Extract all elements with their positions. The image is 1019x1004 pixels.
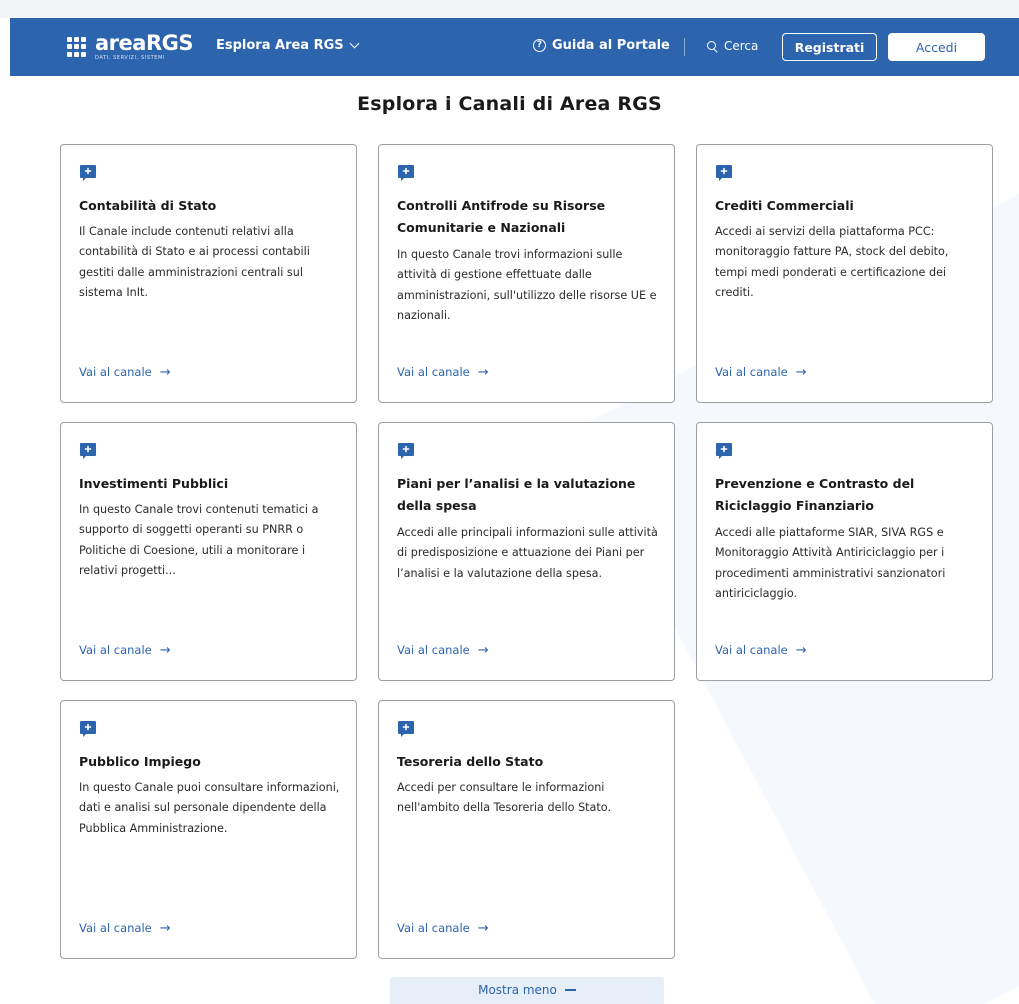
link-label: Vai al canale: [397, 921, 470, 935]
chat-plus-icon: [716, 443, 732, 459]
card-description: In questo Canale puoi consultare informa…: [79, 781, 340, 835]
go-to-channel-link[interactable]: Vai al canale →: [397, 921, 489, 935]
chat-plus-icon: [80, 165, 96, 181]
link-label: Vai al canale: [397, 365, 470, 379]
arrow-right-icon: →: [795, 642, 807, 658]
login-button[interactable]: Accedi: [888, 33, 985, 61]
show-less-label: Mostra meno: [478, 983, 557, 997]
search-icon: [707, 40, 718, 52]
chat-plus-icon: [398, 443, 414, 459]
card-title: Contabilità di Stato: [79, 198, 217, 213]
go-to-channel-link[interactable]: Vai al canale →: [715, 365, 807, 379]
channel-card-tesoreria-dello-stato: Tesoreria dello Stato Accedi per consult…: [378, 700, 675, 959]
link-label: Vai al canale: [397, 643, 470, 657]
logo-tagline: DATI, SERVIZI, SISTEMI: [95, 55, 166, 61]
chat-plus-icon: [80, 721, 96, 737]
card-description: Accedi alle piattaforme SIAR, SIVA RGS e…: [715, 526, 946, 600]
search-button[interactable]: Cerca: [707, 39, 758, 53]
search-label: Cerca: [724, 39, 759, 53]
channel-card-pubblico-impiego: Pubblico Impiego In questo Canale puoi c…: [60, 700, 357, 959]
chat-plus-icon: [398, 721, 414, 737]
register-button[interactable]: Registrati: [782, 33, 877, 61]
go-to-channel-link[interactable]: Vai al canale →: [79, 643, 171, 657]
arrow-right-icon: →: [159, 642, 171, 658]
chat-plus-icon: [716, 165, 732, 181]
card-title: Pubblico Impiego: [79, 754, 201, 769]
go-to-channel-link[interactable]: Vai al canale →: [79, 365, 171, 379]
link-label: Vai al canale: [79, 643, 152, 657]
channel-card-investimenti-pubblici: Investimenti Pubblici In questo Canale t…: [60, 422, 357, 681]
link-label: Vai al canale: [79, 365, 152, 379]
channel-card-prevenzione-riciclaggio: Prevenzione e Contrasto del Riciclaggio …: [696, 422, 993, 681]
logo-wordmark: areaRGS: [95, 31, 193, 55]
portal-guide-link[interactable]: ? Guida al Portale: [533, 38, 670, 53]
card-title: Investimenti Pubblici: [79, 476, 229, 491]
card-title: Piani per l’analisi e la valutazione del…: [397, 476, 636, 513]
show-less-button[interactable]: Mostra meno: [390, 977, 664, 1004]
card-description: In questo Canale trovi contenuti tematic…: [79, 503, 319, 577]
go-to-channel-link[interactable]: Vai al canale →: [397, 365, 489, 379]
card-title: Tesoreria dello Stato: [397, 754, 544, 769]
arearGS-logo[interactable]: areaRGS DATI, SERVIZI, SISTEMI: [67, 30, 193, 64]
channel-card-contabilita-di-stato: Contabilità di Stato Il Canale include c…: [60, 144, 357, 403]
card-title: Prevenzione e Contrasto del Riciclaggio …: [715, 476, 915, 513]
arrow-right-icon: →: [477, 364, 489, 380]
channel-card-controlli-antifrode: Controlli Antifrode su Risorse Comunitar…: [378, 144, 675, 403]
minus-icon: [564, 989, 576, 991]
card-title: Controlli Antifrode su Risorse Comunitar…: [397, 198, 606, 235]
go-to-channel-link[interactable]: Vai al canale →: [79, 921, 171, 935]
page-title: Esplora i Canali di Area RGS: [357, 93, 662, 115]
arrow-right-icon: →: [795, 364, 807, 380]
chevron-down-icon: [349, 38, 360, 49]
go-to-channel-link[interactable]: Vai al canale →: [715, 643, 807, 657]
browser-top-strip: [0, 0, 1019, 18]
link-label: Vai al canale: [715, 643, 788, 657]
channel-card-crediti-commerciali: Crediti Commerciali Accedi ai servizi de…: [696, 144, 993, 403]
card-description: Accedi alle principali informazioni sull…: [397, 526, 658, 580]
card-description: In questo Canale trovi informazioni sull…: [397, 248, 657, 322]
nav-divider: [684, 38, 685, 56]
arrow-right-icon: →: [159, 364, 171, 380]
go-to-channel-link[interactable]: Vai al canale →: [397, 643, 489, 657]
card-description: Il Canale include contenuti relativi all…: [79, 225, 310, 299]
card-title: Crediti Commerciali: [715, 198, 854, 213]
arrow-right-icon: →: [477, 642, 489, 658]
logo-dots-icon: [67, 37, 87, 57]
link-label: Vai al canale: [715, 365, 788, 379]
channel-card-piani-analisi-spesa: Piani per l’analisi e la valutazione del…: [378, 422, 675, 681]
link-label: Vai al canale: [79, 921, 152, 935]
arrow-right-icon: →: [477, 920, 489, 936]
help-circle-icon: ?: [533, 39, 546, 52]
chat-plus-icon: [398, 165, 414, 181]
explore-menu-button[interactable]: Esplora Area RGS: [216, 38, 360, 53]
card-description: Accedi per consultare le informazioni ne…: [397, 781, 612, 815]
chat-plus-icon: [80, 443, 96, 459]
top-navbar: areaRGS DATI, SERVIZI, SISTEMI Esplora A…: [10, 18, 1019, 76]
portal-guide-label: Guida al Portale: [552, 38, 670, 53]
explore-menu-label: Esplora Area RGS: [216, 38, 344, 53]
arrow-right-icon: →: [159, 920, 171, 936]
card-description: Accedi ai servizi della piattaforma PCC:…: [715, 225, 949, 299]
